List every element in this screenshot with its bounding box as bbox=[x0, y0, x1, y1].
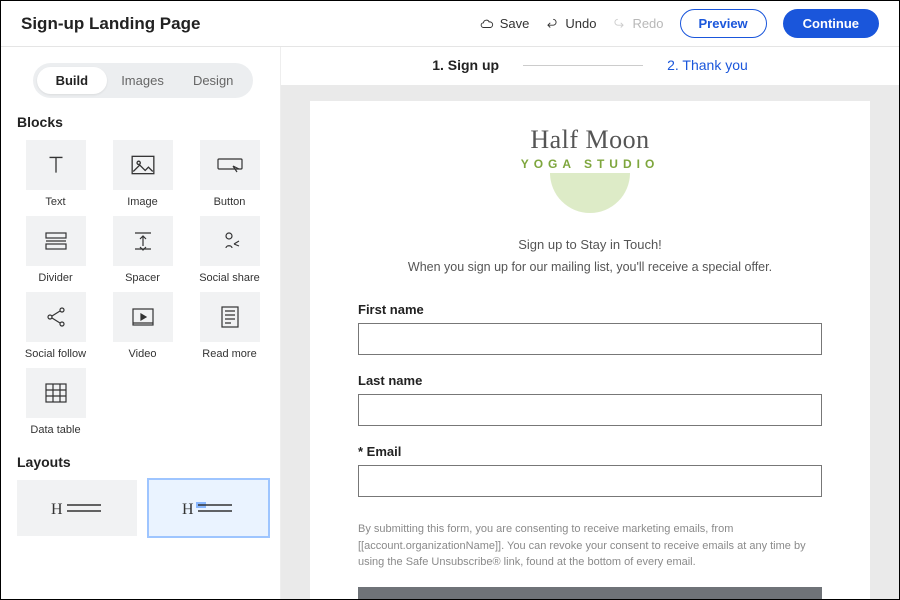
block-spacer[interactable]: Spacer bbox=[104, 216, 181, 284]
layout2-icon: H bbox=[178, 496, 238, 520]
spacer-icon bbox=[131, 230, 155, 252]
continue-button[interactable]: Continue bbox=[783, 9, 879, 38]
sign-up-button[interactable]: Sign Up bbox=[358, 587, 822, 600]
tab-design[interactable]: Design bbox=[178, 67, 249, 94]
save-button[interactable]: Save bbox=[480, 16, 530, 31]
layout1-icon: H bbox=[47, 496, 107, 520]
top-bar: Sign-up Landing Page Save Undo Redo Prev… bbox=[1, 1, 899, 47]
canvas: 1. Sign up 2. Thank you Half Moon YOGA S… bbox=[281, 47, 899, 599]
email-label: * Email bbox=[358, 444, 822, 459]
tab-images[interactable]: Images bbox=[107, 67, 178, 94]
svg-text:H: H bbox=[182, 501, 194, 518]
last-name-input[interactable] bbox=[358, 394, 822, 426]
svg-text:H: H bbox=[51, 501, 63, 518]
layout-option-2[interactable]: H bbox=[149, 480, 269, 536]
subheadline: When you sign up for our mailing list, y… bbox=[358, 260, 822, 274]
video-icon bbox=[130, 306, 156, 328]
landing-page-preview[interactable]: Half Moon YOGA STUDIO Sign up to Stay in… bbox=[310, 101, 870, 599]
block-text[interactable]: Text bbox=[17, 140, 94, 208]
block-read-more[interactable]: Read more bbox=[191, 292, 268, 360]
first-name-label: First name bbox=[358, 302, 822, 317]
block-divider[interactable]: Divider bbox=[17, 216, 94, 284]
block-image[interactable]: Image bbox=[104, 140, 181, 208]
block-button[interactable]: Button bbox=[191, 140, 268, 208]
divider-icon bbox=[43, 231, 69, 251]
undo-icon bbox=[545, 17, 559, 31]
tab-build[interactable]: Build bbox=[37, 67, 108, 94]
preview-button[interactable]: Preview bbox=[680, 9, 767, 38]
page-title: Sign-up Landing Page bbox=[21, 14, 200, 34]
social-follow-icon bbox=[44, 305, 68, 329]
undo-button[interactable]: Undo bbox=[545, 16, 596, 31]
cloud-icon bbox=[480, 17, 494, 31]
step-divider bbox=[523, 65, 643, 66]
data-table-icon bbox=[44, 382, 68, 404]
sidebar: Build Images Design Blocks Text Image Bu… bbox=[1, 47, 281, 599]
block-video[interactable]: Video bbox=[104, 292, 181, 360]
image-icon bbox=[130, 154, 156, 176]
layout-option-1[interactable]: H bbox=[17, 480, 137, 536]
redo-button: Redo bbox=[612, 16, 663, 31]
leaf-icon bbox=[550, 173, 630, 213]
email-input[interactable] bbox=[358, 465, 822, 497]
headline: Sign up to Stay in Touch! bbox=[358, 237, 822, 252]
step-signup[interactable]: 1. Sign up bbox=[432, 57, 499, 73]
button-icon bbox=[216, 155, 244, 175]
step-indicator: 1. Sign up 2. Thank you bbox=[281, 47, 899, 85]
first-name-input[interactable] bbox=[358, 323, 822, 355]
blocks-heading: Blocks bbox=[17, 114, 268, 130]
redo-icon bbox=[612, 17, 626, 31]
social-share-icon bbox=[217, 230, 243, 252]
read-more-icon bbox=[219, 305, 241, 329]
consent-text: By submitting this form, you are consent… bbox=[358, 521, 822, 571]
text-icon bbox=[43, 152, 69, 178]
logo: Half Moon YOGA STUDIO bbox=[358, 125, 822, 213]
sidebar-tabs: Build Images Design bbox=[33, 63, 253, 98]
last-name-label: Last name bbox=[358, 373, 822, 388]
block-social-follow[interactable]: Social follow bbox=[17, 292, 94, 360]
layouts-heading: Layouts bbox=[17, 454, 268, 470]
block-social-share[interactable]: Social share bbox=[191, 216, 268, 284]
step-thankyou[interactable]: 2. Thank you bbox=[667, 57, 748, 73]
block-data-table[interactable]: Data table bbox=[17, 368, 94, 436]
